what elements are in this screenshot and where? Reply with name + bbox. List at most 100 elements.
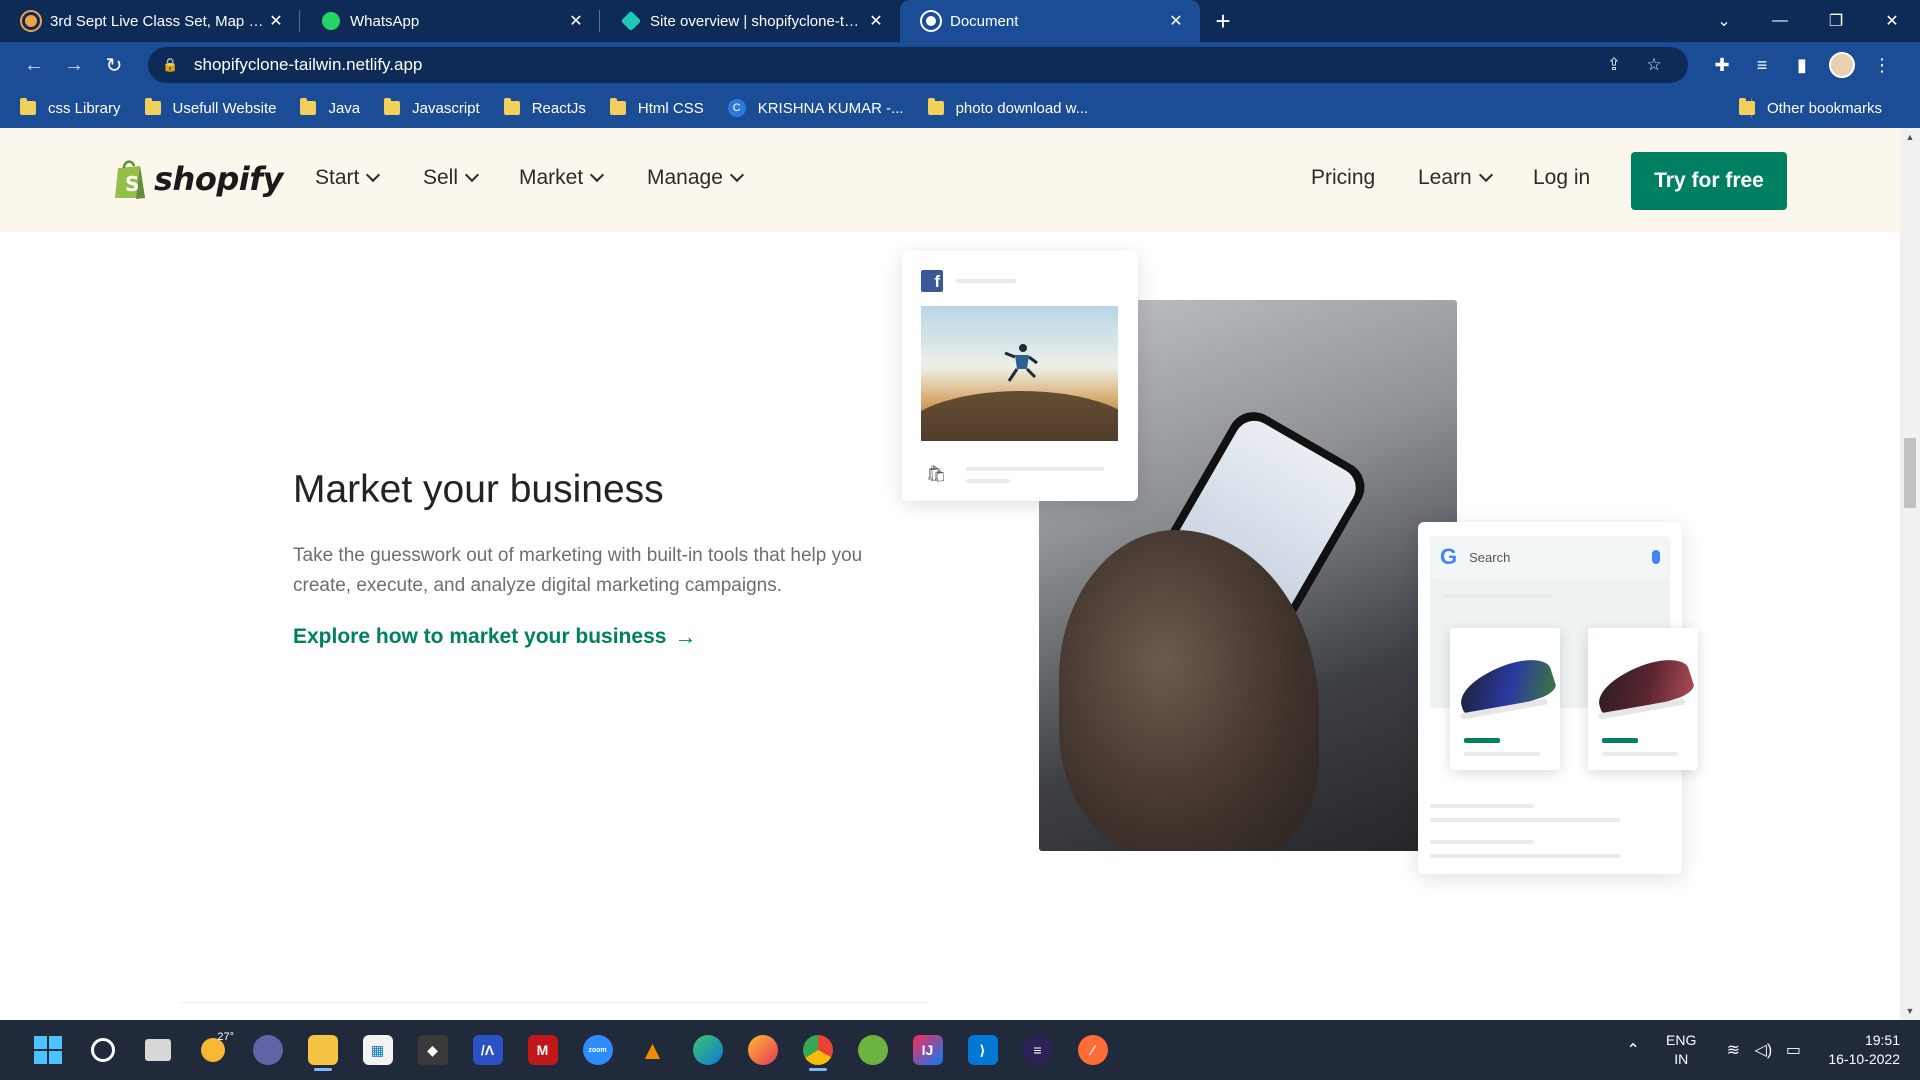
nav-manage[interactable]: Manage xyxy=(647,166,744,190)
intellij-icon: IJ xyxy=(912,1035,943,1065)
close-window-icon[interactable]: ✕ xyxy=(1864,11,1920,31)
bookmark-label: Javascript xyxy=(412,99,480,117)
store-app[interactable]: ▦ xyxy=(350,1027,405,1073)
firefox-app[interactable] xyxy=(735,1027,790,1073)
close-icon[interactable]: ✕ xyxy=(1166,11,1186,31)
page-scrollbar[interactable]: ▲ ▼ xyxy=(1900,128,1920,1020)
scroll-up-icon[interactable]: ▲ xyxy=(1900,132,1920,142)
vlc-app[interactable]: ▲ xyxy=(625,1027,680,1073)
shopify-logo[interactable]: S shopify xyxy=(112,158,283,200)
back-icon[interactable]: ← xyxy=(14,47,54,83)
zoom-app[interactable]: zoom xyxy=(570,1027,625,1073)
search-icon xyxy=(90,1038,115,1062)
bookmark-java[interactable]: Java xyxy=(300,98,360,117)
tab-document[interactable]: Document ✕ xyxy=(900,0,1200,42)
volume-icon[interactable]: ◁) xyxy=(1748,1040,1778,1060)
site-icon: C xyxy=(727,99,746,117)
search-button[interactable] xyxy=(75,1027,130,1073)
bookmark-krishna-kumar[interactable]: C KRISHNA KUMAR -... xyxy=(727,99,904,117)
bookmark-usefull-website[interactable]: Usefull Website xyxy=(144,98,276,117)
edge-app[interactable] xyxy=(680,1027,735,1073)
side-panel-icon[interactable]: ▮ xyxy=(1782,55,1822,76)
shopify-bag-icon: S xyxy=(115,160,145,199)
postman-app[interactable]: ⁄ xyxy=(1065,1027,1120,1073)
bookmark-css-library[interactable]: css Library xyxy=(20,98,121,117)
nav-login[interactable]: Log in xyxy=(1533,166,1590,190)
avatar[interactable] xyxy=(1829,52,1855,78)
nav-market[interactable]: Market xyxy=(519,166,605,190)
site-header: S shopify Start Sell Market Manage Prici… xyxy=(0,128,1900,232)
scroll-thumb[interactable] xyxy=(1904,438,1916,508)
folder-icon xyxy=(927,98,944,115)
shield-icon: M xyxy=(527,1035,558,1065)
hill-shape xyxy=(921,391,1118,441)
bookmark-html-css[interactable]: Html CSS xyxy=(609,98,704,117)
menu-icon[interactable]: ⋮ xyxy=(1862,55,1902,76)
close-icon[interactable]: ✕ xyxy=(266,11,286,31)
bookmark-javascript[interactable]: Javascript xyxy=(384,98,480,117)
chrome-app[interactable] xyxy=(790,1027,845,1073)
unity-app[interactable]: ◆ xyxy=(405,1027,460,1073)
tab-whatsapp[interactable]: WhatsApp ✕ xyxy=(300,0,600,42)
battery-icon[interactable]: ▭ xyxy=(1778,1040,1808,1060)
tab-search-icon[interactable]: ⌄ xyxy=(1696,11,1752,31)
nav-learn[interactable]: Learn xyxy=(1418,166,1493,190)
bookmark-reactjs[interactable]: ReactJs xyxy=(503,98,586,117)
placeholder-line xyxy=(1430,854,1620,858)
other-bookmarks[interactable]: Other bookmarks xyxy=(1738,88,1882,128)
close-icon[interactable]: ✕ xyxy=(866,11,886,31)
placeholder-line xyxy=(966,467,1104,471)
wifi-icon[interactable]: ≋ xyxy=(1718,1040,1748,1060)
vscode-app[interactable]: ⟩ xyxy=(955,1027,1010,1073)
url-text[interactable]: shopifyclone-tailwin.netlify.app xyxy=(194,55,1594,75)
tab-class-notes[interactable]: 3rd Sept Live Class Set, Map , Clo ✕ xyxy=(0,0,300,42)
page-viewport: S shopify Start Sell Market Manage Prici… xyxy=(0,128,1900,1020)
clock[interactable]: 19:51 16-10-2022 xyxy=(1828,1031,1900,1069)
bookmark-photo-download[interactable]: photo download w... xyxy=(927,98,1088,117)
editor-app[interactable]: /Λ xyxy=(460,1027,515,1073)
eclipse-icon: ≡ xyxy=(1022,1035,1053,1065)
cube-icon: ◆ xyxy=(417,1035,448,1065)
scroll-down-icon[interactable]: ▼ xyxy=(1900,1006,1920,1016)
extensions-icon[interactable]: ✚ xyxy=(1702,55,1742,76)
minimize-icon[interactable]: — xyxy=(1752,12,1808,30)
nav-sell[interactable]: Sell xyxy=(423,166,480,190)
language-indicator[interactable]: ENG IN xyxy=(1666,1031,1696,1069)
chevron-up-icon[interactable]: ⌃ xyxy=(1618,1040,1648,1060)
nav-pricing[interactable]: Pricing xyxy=(1311,166,1375,190)
bookmark-label: ReactJs xyxy=(531,99,586,117)
forward-icon[interactable]: → xyxy=(54,47,94,83)
try-for-free-button[interactable]: Try for free xyxy=(1631,152,1787,210)
teams-app[interactable] xyxy=(240,1027,295,1073)
nav-label: Market xyxy=(519,166,584,189)
share-icon[interactable]: ⇪ xyxy=(1594,55,1634,75)
media-icon[interactable]: ≡ xyxy=(1742,55,1782,76)
reload-icon[interactable]: ↻ xyxy=(94,47,134,83)
file-explorer-app[interactable] xyxy=(295,1027,350,1073)
tab-title: Document xyxy=(950,12,1019,30)
search-bar-mock: G Search xyxy=(1430,536,1670,578)
folder-icon xyxy=(503,98,520,115)
restore-icon[interactable]: ❐ xyxy=(1808,11,1864,31)
chevron-down-icon xyxy=(464,167,480,183)
star-icon[interactable]: ☆ xyxy=(1634,55,1674,75)
eclipse-app[interactable]: ≡ xyxy=(1010,1027,1065,1073)
mcafee-app[interactable]: M xyxy=(515,1027,570,1073)
section-divider xyxy=(180,1002,928,1003)
close-icon[interactable]: ✕ xyxy=(566,11,586,31)
spring-app[interactable] xyxy=(845,1027,900,1073)
nav-start[interactable]: Start xyxy=(315,166,381,190)
lock-icon[interactable]: 🔒 xyxy=(162,57,182,73)
new-tab-button[interactable]: + xyxy=(1200,0,1246,42)
post-photo xyxy=(921,306,1118,441)
intellij-app[interactable]: IJ xyxy=(900,1027,955,1073)
placeholder-line xyxy=(1442,594,1552,598)
address-bar[interactable]: 🔒 shopifyclone-tailwin.netlify.app ⇪ ☆ xyxy=(148,47,1688,83)
weather-widget[interactable]: 27° xyxy=(185,1027,240,1073)
tab-title: WhatsApp xyxy=(350,12,420,30)
start-button[interactable] xyxy=(20,1027,75,1073)
tab-title: 3rd Sept Live Class Set, Map , Clo xyxy=(50,12,266,30)
tab-netlify[interactable]: Site overview | shopifyclone-tailw ✕ xyxy=(600,0,900,42)
explore-marketing-link[interactable]: Explore how to market your business → xyxy=(293,624,696,650)
task-view-button[interactable] xyxy=(130,1027,185,1073)
